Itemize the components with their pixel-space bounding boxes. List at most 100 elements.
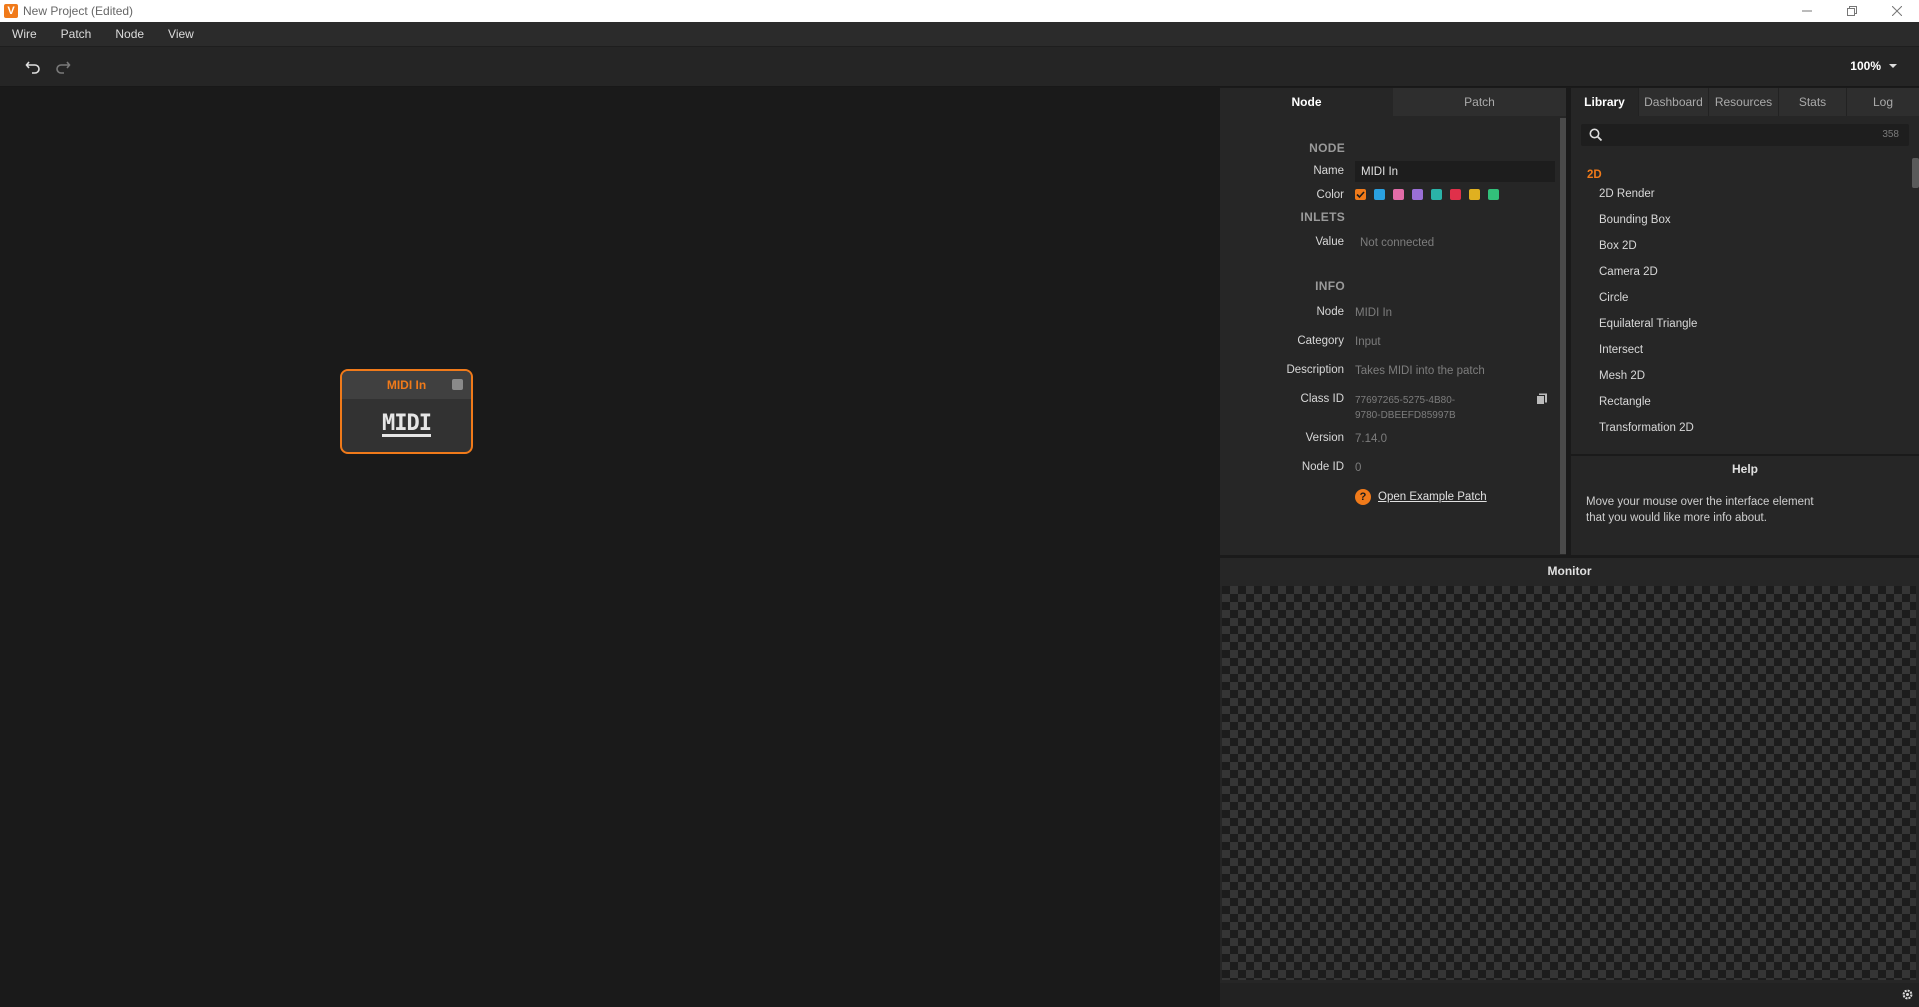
node-port-toggle[interactable] <box>452 379 463 390</box>
library-item[interactable]: Intersect <box>1599 344 1697 370</box>
close-button[interactable] <box>1874 0 1919 22</box>
zoom-level: 100% <box>1850 59 1881 73</box>
library-list: 2D Render Bounding Box Box 2D Camera 2D … <box>1599 188 1697 448</box>
undo-icon <box>25 61 40 74</box>
node-title: MIDI In <box>386 378 427 392</box>
info-version-value: 7.14.0 <box>1355 433 1387 445</box>
question-icon[interactable]: ? <box>1355 489 1371 505</box>
minimize-button[interactable] <box>1784 0 1829 22</box>
library-item[interactable]: Equilateral Triangle <box>1599 318 1697 344</box>
section-node: NODE <box>1309 141 1345 155</box>
menu-bar: Wire Patch Node View <box>0 22 1919 47</box>
monitor-title: Monitor <box>1547 564 1592 578</box>
inspector-scrollbar[interactable] <box>1560 118 1566 554</box>
chevron-down-icon <box>1889 64 1897 68</box>
name-input[interactable] <box>1355 161 1555 182</box>
menu-wire[interactable]: Wire <box>0 27 49 41</box>
section-inlets: INLETS <box>1300 210 1345 224</box>
zoom-dropdown[interactable]: 100% <box>1850 59 1897 73</box>
tab-stats[interactable]: Stats <box>1779 88 1847 116</box>
copy-icon[interactable] <box>1536 393 1548 405</box>
inlet-value-label: Value <box>1315 236 1344 248</box>
checkmark-icon <box>1356 191 1365 199</box>
library-scrollbar[interactable] <box>1912 158 1919 188</box>
window-controls <box>1784 0 1919 22</box>
info-description-value: Takes MIDI into the patch <box>1355 365 1485 377</box>
info-node-value: MIDI In <box>1355 307 1393 319</box>
menu-node[interactable]: Node <box>103 27 156 41</box>
restore-button[interactable] <box>1829 0 1874 22</box>
window-title: New Project (Edited) <box>23 4 134 18</box>
monitor-preview[interactable] <box>1222 586 1916 980</box>
library-item[interactable]: Bounding Box <box>1599 214 1697 240</box>
section-info: INFO <box>1315 279 1345 293</box>
name-label: Name <box>1313 165 1344 177</box>
library-item[interactable]: Mesh 2D <box>1599 370 1697 396</box>
midi-in-node[interactable]: MIDI In MIDI <box>340 369 473 454</box>
toolbar: 100% <box>0 47 1919 87</box>
search-icon <box>1589 128 1603 142</box>
midi-icon: MIDI <box>382 411 432 437</box>
tab-node[interactable]: Node <box>1220 88 1393 116</box>
help-title: Help <box>1731 462 1758 476</box>
library-category-2d[interactable]: 2D <box>1587 169 1602 181</box>
search-result-count: 358 <box>1882 129 1899 140</box>
library-item[interactable]: Circle <box>1599 292 1697 318</box>
tab-library[interactable]: Library <box>1571 88 1639 116</box>
menu-view[interactable]: View <box>156 27 206 41</box>
class-id-line-2: 9780-DBEEFD85997B <box>1355 410 1456 421</box>
info-node-label: Node <box>1316 306 1345 318</box>
color-label: Color <box>1316 189 1344 201</box>
node-body: MIDI <box>342 399 471 452</box>
tab-patch[interactable]: Patch <box>1393 88 1566 116</box>
info-description-label: Description <box>1286 364 1344 376</box>
color-swatch-blue[interactable] <box>1374 189 1385 200</box>
info-node-id-value: 0 <box>1355 462 1362 474</box>
library-item[interactable]: 2D Render <box>1599 188 1697 214</box>
inlet-value: Not connected <box>1360 237 1435 249</box>
title-bar: V New Project (Edited) <box>0 0 1919 22</box>
library-item[interactable]: Rectangle <box>1599 396 1697 422</box>
info-class-id-value: 77697265-5275-4B80- 9780-DBEEFD85997B <box>1355 393 1456 423</box>
tab-dashboard[interactable]: Dashboard <box>1639 88 1709 116</box>
app-logo-icon: V <box>4 4 18 18</box>
library-panel: Library Dashboard Resources Stats Log 35… <box>1571 88 1919 454</box>
node-header[interactable]: MIDI In <box>342 371 471 399</box>
info-category-label: Category <box>1297 335 1344 347</box>
color-swatch-teal[interactable] <box>1431 189 1442 200</box>
restore-icon <box>1846 6 1857 16</box>
help-panel: Help Move your mouse over the interface … <box>1571 455 1919 555</box>
info-class-id-label: Class ID <box>1300 393 1344 405</box>
inspector-panel: Node Patch NODE Name Color INLETS Value … <box>1220 88 1568 555</box>
library-item[interactable]: Transformation 2D <box>1599 422 1697 448</box>
help-text: Move your mouse over the interface eleme… <box>1586 496 1814 524</box>
monitor-footer <box>1220 983 1919 1007</box>
library-item[interactable]: Camera 2D <box>1599 266 1697 292</box>
tab-log[interactable]: Log <box>1847 88 1919 116</box>
gear-icon[interactable] <box>1901 988 1914 1001</box>
color-swatch-yellow[interactable] <box>1469 189 1480 200</box>
inspector-tabs: Node Patch <box>1220 88 1566 116</box>
info-version-label: Version <box>1305 432 1344 444</box>
tab-resources[interactable]: Resources <box>1709 88 1779 116</box>
redo-icon <box>56 61 71 74</box>
monitor-panel: Monitor <box>1220 558 1919 1007</box>
close-icon <box>1891 6 1902 16</box>
color-swatch-pink[interactable] <box>1393 189 1404 200</box>
class-id-line-1: 77697265-5275-4B80- <box>1355 395 1456 406</box>
undo-button[interactable] <box>23 57 43 77</box>
patch-canvas[interactable]: MIDI In MIDI <box>0 88 1219 1007</box>
library-search-input[interactable]: 358 <box>1581 124 1909 146</box>
color-swatch-orange[interactable] <box>1355 189 1366 200</box>
redo-button[interactable] <box>53 57 73 77</box>
color-swatch-purple[interactable] <box>1412 189 1423 200</box>
info-category-value: Input <box>1355 336 1381 348</box>
library-tabs: Library Dashboard Resources Stats Log <box>1571 88 1919 116</box>
info-node-id-label: Node ID <box>1301 461 1344 473</box>
menu-patch[interactable]: Patch <box>49 27 104 41</box>
minimize-icon <box>1801 10 1812 12</box>
color-swatch-red[interactable] <box>1450 189 1461 200</box>
color-swatch-green[interactable] <box>1488 189 1499 200</box>
open-example-patch-link[interactable]: Open Example Patch <box>1378 491 1487 503</box>
library-item[interactable]: Box 2D <box>1599 240 1697 266</box>
